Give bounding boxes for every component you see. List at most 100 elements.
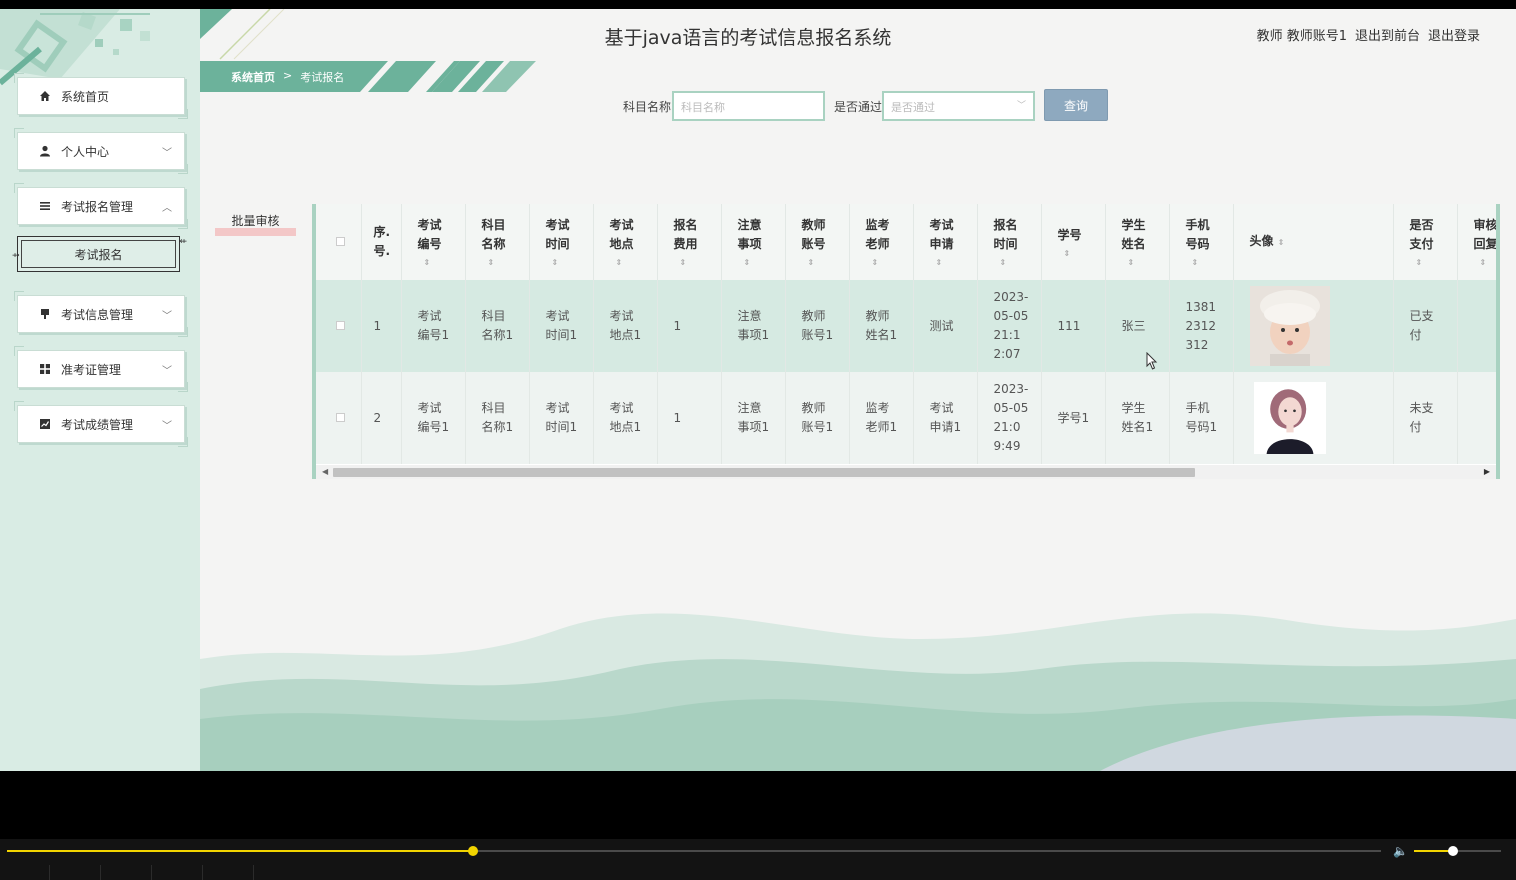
sort-icon: ⇕ xyxy=(1479,258,1487,267)
sort-icon: ⇕ xyxy=(807,258,815,267)
app-window: 系统首页 个人中心 ﹀ 考试报名管理 ︿ ⇸ 考试报名 ⇷ 考试信息管理 ﹀ 准… xyxy=(0,9,1516,771)
column-header[interactable]: 考试 地点 ⇕ xyxy=(593,204,658,280)
sort-icon: ⇕ xyxy=(1191,258,1199,267)
sort-icon: ⇕ xyxy=(1063,248,1071,258)
column-header[interactable]: 注意 事项 ⇕ xyxy=(721,204,786,280)
logout-link[interactable]: 退出登录 xyxy=(1428,25,1480,44)
column-header[interactable]: 手机 号码 ⇕ xyxy=(1169,204,1234,280)
sidebar-item-home[interactable]: 系统首页 xyxy=(14,73,188,119)
sidebar-item-label: 个人中心 xyxy=(61,144,110,159)
sort-icon: ⇕ xyxy=(423,258,431,267)
video-player-bar: 🔈 xyxy=(0,839,1516,880)
column-header[interactable]: 考试 时间 ⇕ xyxy=(529,204,594,280)
column-header[interactable]: 报名 时间 ⇕ xyxy=(977,204,1042,280)
horizontal-scrollbar[interactable]: ◀ ▶ xyxy=(316,465,1496,479)
row-checkbox[interactable] xyxy=(316,372,362,464)
chevron-up-icon: ︿ xyxy=(162,203,172,214)
column-header: 序. 号. xyxy=(361,204,402,280)
wave-decoration xyxy=(200,613,1516,771)
table-row[interactable]: 1 考试 编号1 科目 名称1 考试 时间1 考试 地点1 1 注意 事项1 教师 账号1 … xyxy=(316,280,1496,372)
sort-icon: ⇕ xyxy=(1127,258,1135,267)
volume-icon[interactable]: 🔈 xyxy=(1393,844,1408,858)
sort-icon: ⇕ xyxy=(743,258,751,267)
current-user-label: 教师 教师账号1 xyxy=(1256,29,1347,44)
progress-fill xyxy=(7,850,473,852)
column-header[interactable]: 监考 老师 ⇕ xyxy=(849,204,914,280)
table-row[interactable]: 2 考试 编号1 科目 名称1 考试 时间1 考试 地点1 1 注意 事项1 教师 账号1 … xyxy=(316,372,1496,464)
player-control-button[interactable] xyxy=(204,865,254,880)
table-header-row: 序. 号. 考试 编号 ⇕ 科目 名称 ⇕ 考试 时间 ⇕ 考试 地点 ⇕ 报名 费用 ⇕ 注意 事项 ⇕… xyxy=(316,204,1496,280)
sidebar-item-exam-registration-management[interactable]: 考试报名管理 ︿ xyxy=(14,183,188,229)
home-icon xyxy=(38,89,52,103)
column-header[interactable]: 学号 ⇕ xyxy=(1041,204,1106,280)
sort-icon: ⇕ xyxy=(1415,258,1423,267)
progress-knob[interactable] xyxy=(467,846,478,856)
sidebar-item-label: 考试报名管理 xyxy=(61,199,134,214)
column-header[interactable]: 审核 回复 ⇕ xyxy=(1457,204,1496,280)
chevron-down-icon: ﹀ xyxy=(162,366,172,377)
breadcrumb-current: 考试报名 xyxy=(300,71,345,84)
subject-name-label: 科目名称 xyxy=(623,100,672,114)
breadcrumb-separator: > xyxy=(283,69,293,82)
page-title: 基于java语言的考试信息报名系统 xyxy=(604,27,892,49)
sidebar: 系统首页 个人中心 ﹀ 考试报名管理 ︿ ⇸ 考试报名 ⇷ 考试信息管理 ﹀ 准… xyxy=(0,9,200,771)
column-header[interactable]: 报名 费用 ⇕ xyxy=(657,204,722,280)
column-header[interactable]: 考试 编号 ⇕ xyxy=(401,204,466,280)
back-to-frontend-link[interactable]: 退出到前台 xyxy=(1355,25,1420,44)
scrollbar-thumb[interactable] xyxy=(333,468,1195,477)
header-links: 教师 教师账号1 退出到前台 退出登录 xyxy=(1257,25,1480,44)
player-control-button[interactable] xyxy=(102,865,152,880)
sort-icon: ⇕ xyxy=(871,258,879,267)
sidebar-item-admission-ticket-management[interactable]: 准考证管理 ﹀ xyxy=(14,346,188,392)
row-checkbox[interactable] xyxy=(316,280,362,372)
sidebar-item-label: 系统首页 xyxy=(61,89,110,104)
passed-select[interactable]: 是否通过 ﹀ xyxy=(882,91,1035,121)
woman-avatar xyxy=(1253,382,1326,454)
column-header[interactable]: 教师 账号 ⇕ xyxy=(785,204,850,280)
batch-review-button[interactable]: 批量审核 xyxy=(215,212,296,236)
sort-icon: ⇕ xyxy=(551,258,559,267)
arrow-left-icon: ⇷ xyxy=(179,237,187,247)
chevron-down-icon: ﹀ xyxy=(162,148,172,159)
sort-icon: ⇕ xyxy=(615,258,623,267)
column-header[interactable]: 考试 申请 ⇕ xyxy=(913,204,978,280)
sort-icon: ⇕ xyxy=(935,258,943,267)
player-control-button[interactable] xyxy=(0,865,50,880)
sort-icon: ⇕ xyxy=(999,258,1007,267)
column-header[interactable]: 头像 ⇕ xyxy=(1233,204,1394,280)
player-control-button[interactable] xyxy=(153,865,203,880)
column-header[interactable]: 是否 支付 ⇕ xyxy=(1393,204,1458,280)
registration-table: 序. 号. 考试 编号 ⇕ 科目 名称 ⇕ 考试 时间 ⇕ 考试 地点 ⇕ 报名 费用 ⇕ 注意 事项 ⇕… xyxy=(312,204,1500,479)
chevron-down-icon: ﹀ xyxy=(162,421,172,432)
pin-icon xyxy=(38,307,52,321)
child-avatar xyxy=(1249,286,1330,366)
breadcrumb-home-link[interactable]: 系统首页 xyxy=(231,69,275,85)
passed-label: 是否通过 xyxy=(834,100,883,114)
chevron-down-icon: ﹀ xyxy=(162,311,172,322)
sidebar-item-label: 考试成绩管理 xyxy=(61,417,134,432)
scroll-right-icon[interactable]: ▶ xyxy=(1484,467,1490,476)
grid-icon xyxy=(38,362,52,376)
query-button[interactable]: 查询 xyxy=(1044,89,1108,121)
chevron-down-icon: ﹀ xyxy=(1016,101,1026,111)
breadcrumb: 系统首页 > 考试报名 xyxy=(200,61,536,92)
sidebar-item-label: 考试信息管理 xyxy=(61,307,134,322)
arrow-left-icon: ⇸ xyxy=(12,251,20,261)
sidebar-subitem-exam-registration[interactable]: ⇸ 考试报名 ⇷ xyxy=(12,236,187,272)
subject-name-input[interactable]: 科目名称 xyxy=(672,91,825,121)
column-header[interactable]: 科目 名称 ⇕ xyxy=(465,204,530,280)
select-all-checkbox[interactable] xyxy=(316,204,362,280)
sidebar-item-personal-center[interactable]: 个人中心 ﹀ xyxy=(14,128,188,174)
chart-icon xyxy=(38,417,52,431)
sort-icon: ⇕ xyxy=(1277,238,1285,247)
column-header[interactable]: 学生 姓名 ⇕ xyxy=(1105,204,1170,280)
volume-knob[interactable] xyxy=(1448,846,1459,856)
list-icon xyxy=(38,199,52,213)
sidebar-item-exam-score-management[interactable]: 考试成绩管理 ﹀ xyxy=(14,401,188,447)
player-control-button[interactable] xyxy=(51,865,101,880)
user-icon xyxy=(38,144,52,158)
sidebar-item-exam-info-management[interactable]: 考试信息管理 ﹀ xyxy=(14,291,188,337)
scroll-left-icon[interactable]: ◀ xyxy=(322,467,328,476)
sort-icon: ⇕ xyxy=(679,258,687,267)
sort-icon: ⇕ xyxy=(487,258,495,267)
